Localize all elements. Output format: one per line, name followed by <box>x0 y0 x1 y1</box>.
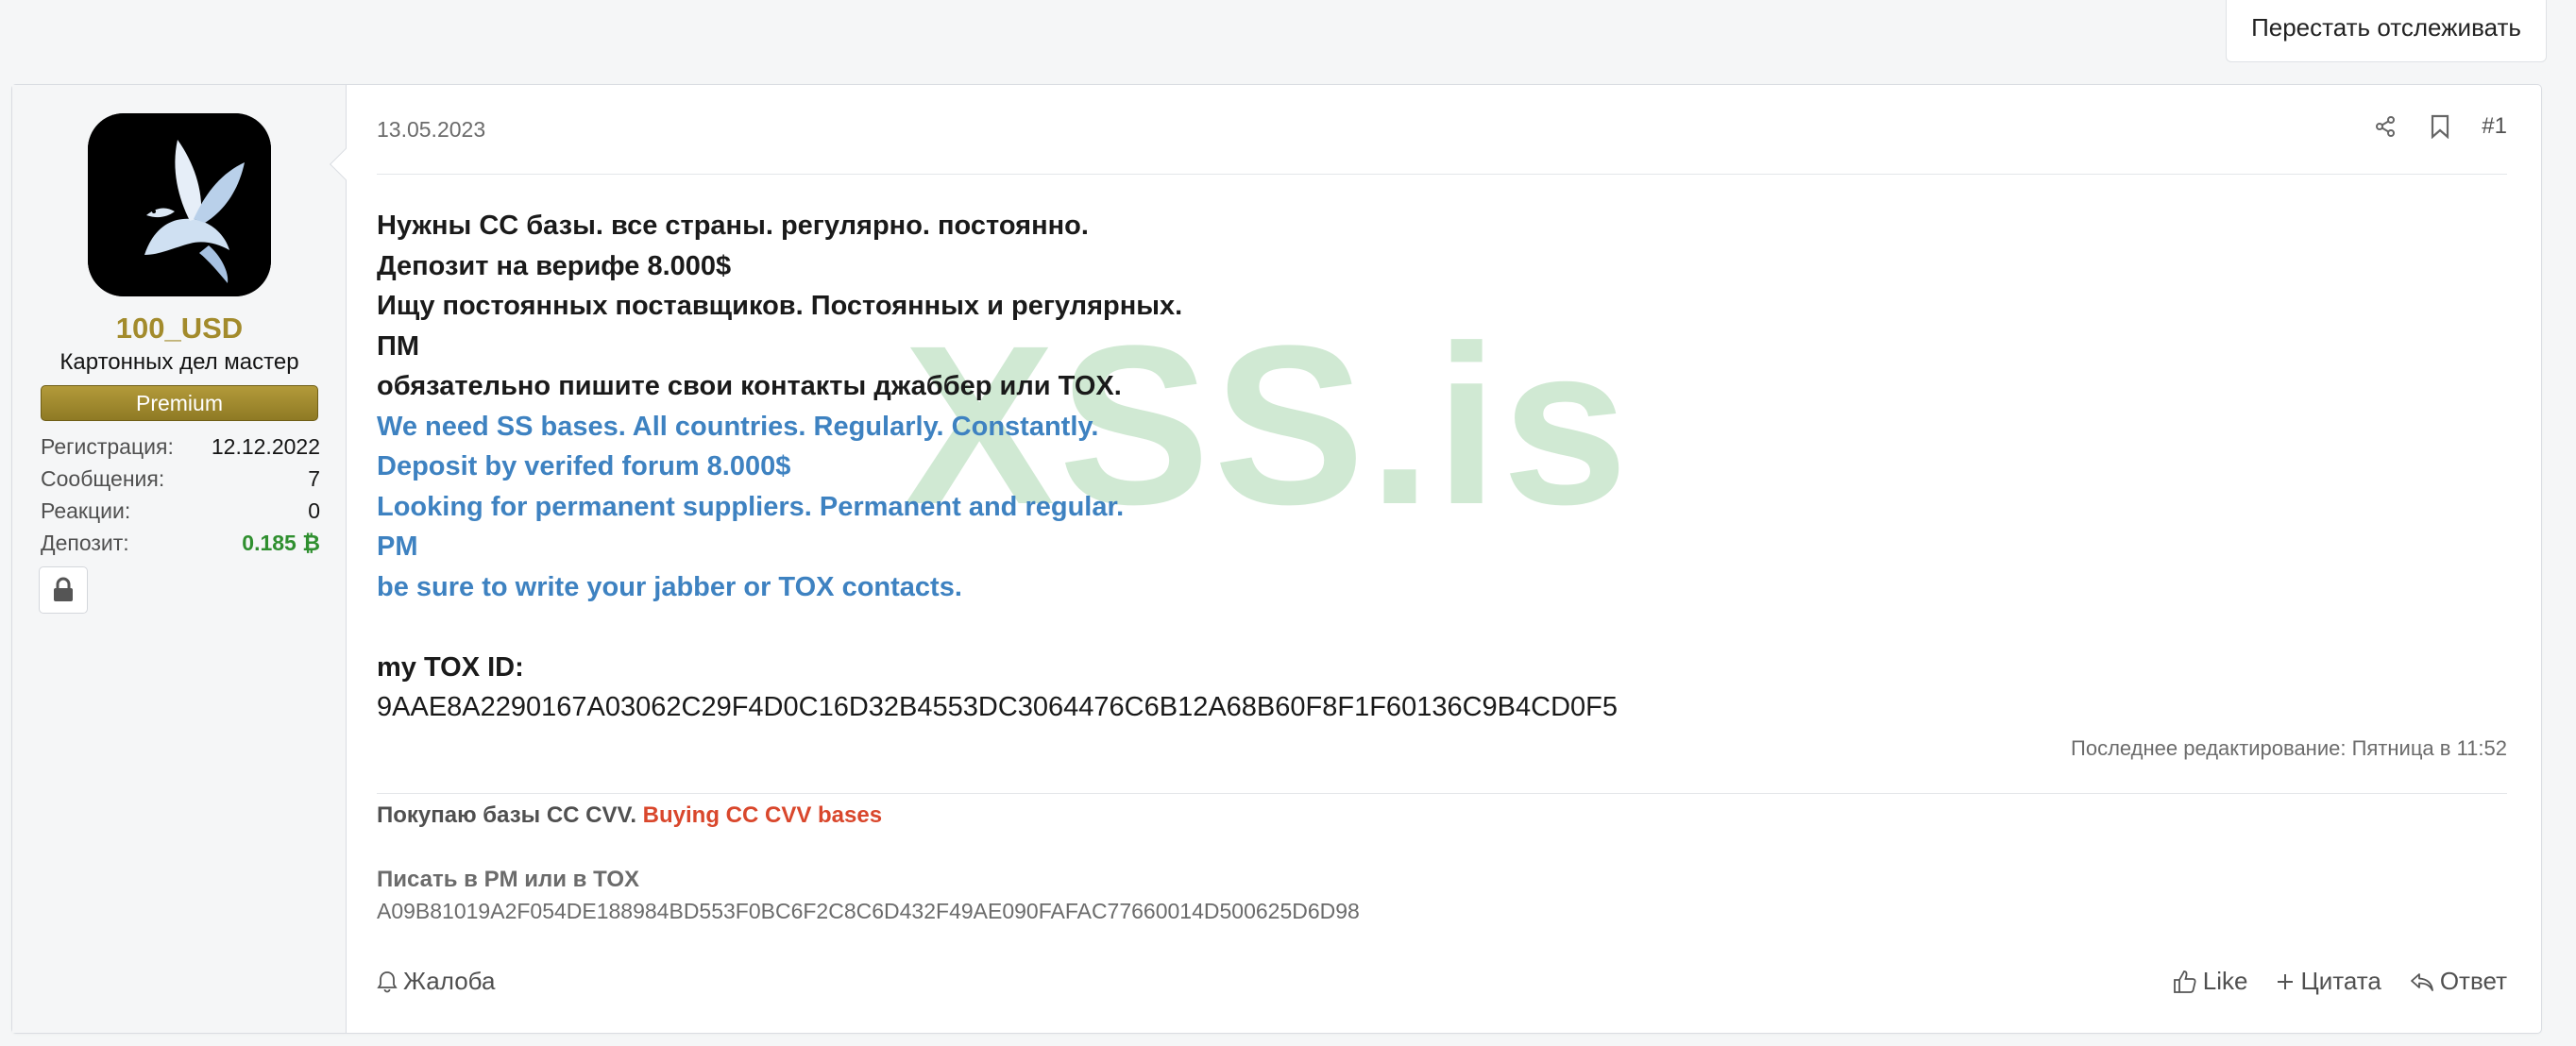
post-container: 100_USD Картонных дел мастер Premium Рег… <box>11 84 2542 1034</box>
report-button[interactable]: Жалоба <box>377 967 495 996</box>
signature-line-2: Писать в PM или в TOX <box>377 867 640 892</box>
user-info-panel: 100_USD Картонных дел мастер Premium Рег… <box>12 85 347 1033</box>
body-line: We need SS bases. All countries. Regular… <box>377 411 1099 442</box>
reply-button[interactable]: Ответ <box>2410 967 2507 996</box>
stat-value: 0 <box>308 498 320 523</box>
stat-reactions: Реакции: 0 <box>41 495 320 527</box>
stat-value: 0.185 ₿ <box>242 530 320 555</box>
like-button[interactable]: Like <box>2173 967 2248 996</box>
tox-id: 9AAE8A2290167A03062C29F4D0C16D32B4553DC3… <box>377 692 1618 722</box>
thumbs-up-icon <box>2173 970 2196 993</box>
stat-registration: Регистрация: 12.12.2022 <box>41 430 320 463</box>
signature-ru: Покупаю базы СС CVV. <box>377 802 636 828</box>
premium-badge: Premium <box>41 385 318 421</box>
last-edited: Последнее редактирование: Пятница в 11:5… <box>2071 736 2507 760</box>
tox-label: my TOX ID: <box>377 651 524 683</box>
reply-label: Ответ <box>2439 967 2507 995</box>
stat-value: 12.12.2022 <box>211 433 320 459</box>
body-line: Депозит на верифе 8.000$ <box>377 250 732 281</box>
report-label: Жалоба <box>403 967 496 995</box>
username[interactable]: 100_USD <box>12 312 347 346</box>
lock-button[interactable] <box>39 566 88 614</box>
stat-value: 7 <box>308 465 320 491</box>
body-line: Ищу постоянных поставщиков. Постоянных и… <box>377 291 1183 321</box>
post-main: 13.05.2023 #1 XSS.is Нужны СС базы. все … <box>347 85 2543 1033</box>
signature-en: Buying CC CVV bases <box>642 802 883 828</box>
post-number[interactable]: #1 <box>2482 113 2507 140</box>
body-line: Deposit by verifed forum 8.000$ <box>377 451 791 481</box>
user-stats: Регистрация: 12.12.2022 Сообщения: 7 Реа… <box>41 430 320 559</box>
quote-button[interactable]: Цитата <box>2276 967 2381 996</box>
stat-deposit: Депозит: 0.185 ₿ <box>41 527 320 559</box>
post-date[interactable]: 13.05.2023 <box>377 117 485 143</box>
body-line: PM <box>377 531 418 562</box>
stat-label: Реакции: <box>41 498 131 523</box>
body-line: be sure to write your jabber or TOX cont… <box>377 571 962 602</box>
stat-label: Депозит: <box>41 530 129 555</box>
share-icon[interactable] <box>2372 113 2398 140</box>
like-label: Like <box>2202 967 2248 995</box>
bookmark-icon[interactable] <box>2427 113 2453 140</box>
stat-label: Сообщения: <box>41 465 165 491</box>
dove-avatar-image <box>88 113 271 296</box>
avatar[interactable] <box>88 113 271 296</box>
bell-icon <box>377 970 398 992</box>
lock-icon <box>54 577 73 601</box>
post-footer-actions: Like Цитата Ответ <box>2173 967 2507 996</box>
signature-line-1: Покупаю базы СС CVV. Buying CC CVV bases <box>377 802 882 829</box>
header-divider <box>377 174 2507 175</box>
reply-icon <box>2410 972 2433 991</box>
body-line: Looking for permanent suppliers. Permane… <box>377 491 1125 522</box>
user-title: Картонных дел мастер <box>59 349 299 375</box>
post-body: Нужны СС базы. все страны. регулярно. по… <box>377 206 1618 728</box>
unwatch-button[interactable]: Перестать отслеживать <box>2226 0 2547 62</box>
body-line: обязательно пишите свои контакты джаббер… <box>377 371 1122 401</box>
stat-label: Регистрация: <box>41 433 174 459</box>
stat-messages: Сообщения: 7 <box>41 463 320 495</box>
post-header-actions: #1 <box>2372 113 2507 140</box>
body-line: Нужны СС базы. все страны. регулярно. по… <box>377 211 1089 241</box>
signature-divider <box>377 793 2507 794</box>
quote-label: Цитата <box>2300 967 2381 995</box>
signature-line-3: A09B81019A2F054DE188984BD553F0BC6F2C8C6D… <box>377 899 1360 923</box>
body-line: ПМ <box>377 330 420 362</box>
plus-icon <box>2278 973 2294 989</box>
